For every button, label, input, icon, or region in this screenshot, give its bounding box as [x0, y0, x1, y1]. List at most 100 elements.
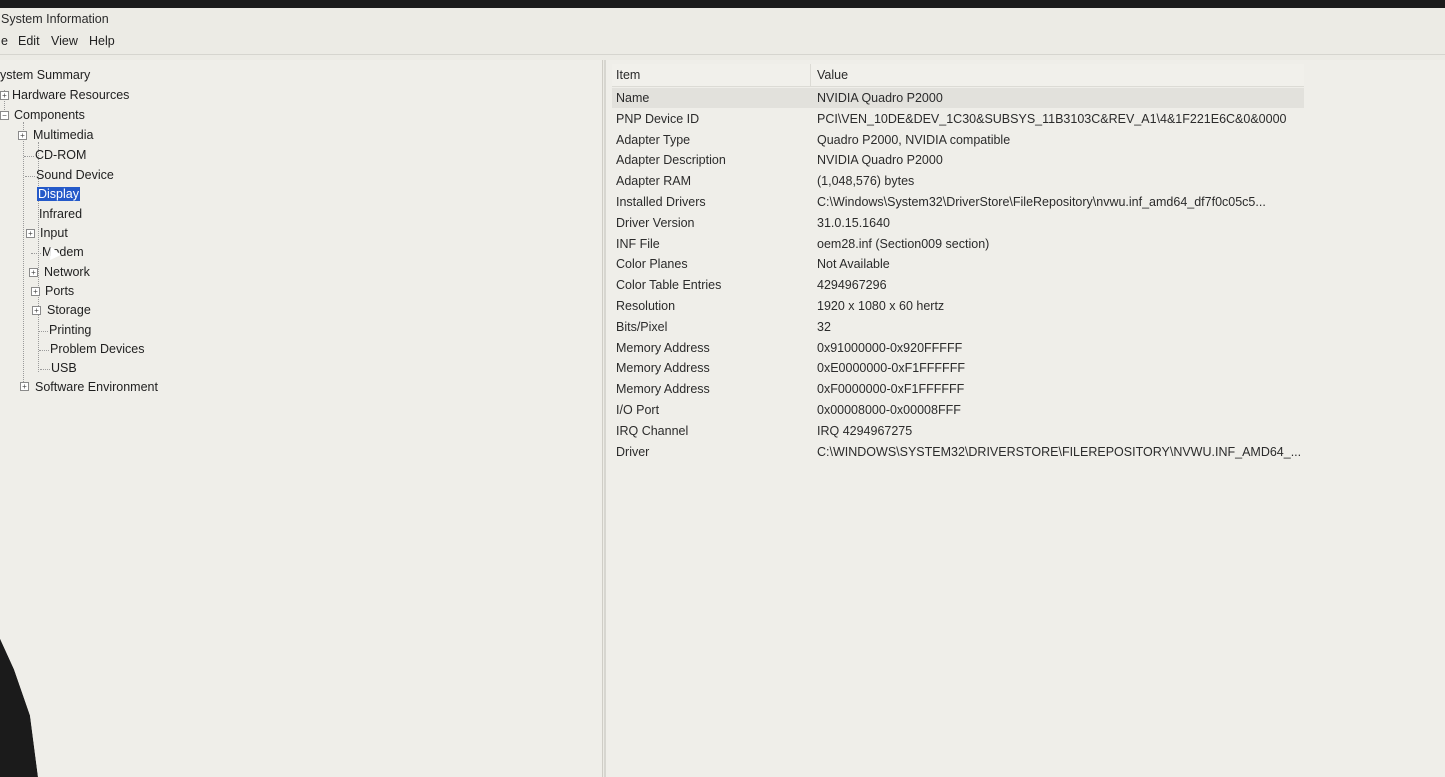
row-item: INF File: [616, 236, 660, 251]
expand-icon[interactable]: +: [29, 268, 38, 277]
menu-help[interactable]: Help: [89, 30, 115, 52]
table-row[interactable]: Memory Address 0xE0000000-0xF1FFFFFF: [612, 358, 1304, 378]
details-list[interactable]: Item Value Name NVIDIA Quadro P2000 PNP De…: [604, 60, 1445, 777]
row-value: 0x00008000-0x00008FFF: [817, 403, 961, 417]
row-item: Adapter Description: [616, 153, 726, 168]
row-value: 4294967296: [817, 278, 887, 293]
row-value: NVIDIA Quadro P2000: [817, 91, 943, 105]
table-row[interactable]: PNP Device ID PCI\VEN_10DE&DEV_1C30&SUBSY…: [612, 109, 1304, 129]
tree-item-printing[interactable]: Printing: [49, 322, 91, 339]
tree-item-input[interactable]: Input: [40, 225, 68, 242]
table-row[interactable]: Color Planes Not Available: [612, 254, 1304, 274]
row-value: 0xF0000000-0xF1FFFFFF: [817, 382, 965, 397]
category-tree[interactable]: ystem Summary + Hardware Resources − Com…: [0, 60, 603, 777]
tree-line: [38, 331, 48, 332]
tree-item-display[interactable]: Display: [37, 186, 80, 203]
expand-icon[interactable]: +: [31, 287, 40, 296]
row-value: NVIDIA Quadro P2000: [817, 153, 943, 168]
tree-item-infrared[interactable]: Infrared: [39, 206, 82, 223]
row-item: Color Planes: [616, 257, 688, 272]
table-row[interactable]: Installed Drivers C:\Windows\System32\Dri…: [612, 192, 1304, 212]
tree-item-usb[interactable]: USB: [51, 360, 77, 377]
tree-item-hardware-resources[interactable]: Hardware Resources: [12, 87, 129, 104]
table-row[interactable]: Memory Address 0xF0000000-0xF1FFFFFF: [612, 379, 1304, 399]
table-row[interactable]: Driver C:\WINDOWS\SYSTEM32\DRIVERSTORE\FI…: [612, 442, 1304, 462]
row-item: Name: [616, 91, 650, 105]
tree-item-display-label: Display: [37, 187, 80, 201]
row-value: IRQ 4294967275: [817, 423, 913, 438]
row-value: Not Available: [817, 257, 890, 272]
tree-line: [24, 156, 34, 157]
tree-item-ports[interactable]: Ports: [45, 283, 74, 300]
row-item: Memory Address: [616, 340, 710, 355]
row-value: 32: [817, 319, 831, 334]
tree-line: [31, 253, 41, 254]
table-row[interactable]: Driver Version 31.0.15.1640: [612, 213, 1304, 233]
tree-line: [25, 176, 35, 177]
menu-file[interactable]: e: [1, 30, 8, 52]
tree-line: [39, 350, 49, 351]
row-value: oem28.inf (Section009 section): [817, 236, 990, 251]
row-item: Driver Version: [616, 215, 695, 230]
row-item: Adapter Type: [616, 132, 691, 147]
tree-line: [23, 122, 24, 390]
row-item: Memory Address: [616, 382, 710, 397]
tree-item-storage[interactable]: Storage: [47, 302, 91, 319]
column-divider[interactable]: [810, 64, 811, 86]
row-item: Color Table Entries: [616, 278, 722, 293]
row-value: PCI\VEN_10DE&DEV_1C30&SUBSYS_11B3103C&RE…: [817, 111, 1287, 126]
row-item: IRQ Channel: [616, 423, 689, 438]
tree-item-problem-devices[interactable]: Problem Devices: [50, 341, 144, 358]
expand-icon[interactable]: +: [26, 229, 35, 238]
table-row[interactable]: Adapter RAM (1,048,576) bytes: [612, 171, 1304, 191]
menu-bar: e Edit View Help: [0, 30, 1445, 52]
table-row[interactable]: Adapter Description NVIDIA Quadro P2000: [612, 150, 1304, 170]
expand-icon[interactable]: +: [20, 382, 29, 391]
row-item: Bits/Pixel: [616, 319, 668, 334]
tree-item-network[interactable]: Network: [44, 264, 90, 281]
expand-icon[interactable]: +: [32, 306, 41, 315]
table-row[interactable]: Bits/Pixel 32: [612, 317, 1304, 337]
tree-item-software-environment[interactable]: Software Environment: [35, 379, 158, 396]
expand-icon[interactable]: +: [18, 131, 27, 140]
table-row[interactable]: Name NVIDIA Quadro P2000: [612, 88, 1304, 108]
row-item: Installed Drivers: [616, 195, 706, 209]
row-item: PNP Device ID: [616, 111, 700, 126]
column-header-value[interactable]: Value: [817, 64, 848, 86]
tree-item-system-summary[interactable]: ystem Summary: [0, 67, 90, 84]
column-header-item[interactable]: Item: [616, 64, 640, 86]
row-item: Adapter RAM: [616, 174, 692, 189]
row-value: 0xE0000000-0xF1FFFFFF: [817, 361, 965, 376]
tree-item-cd-rom[interactable]: CD-ROM: [35, 147, 86, 164]
table-row[interactable]: I/O Port 0x00008000-0x00008FFF: [612, 400, 1304, 420]
table-row[interactable]: INF File oem28.inf (Section009 section): [612, 234, 1304, 254]
tree-item-components[interactable]: Components: [14, 107, 85, 124]
row-value: (1,048,576) bytes: [817, 174, 915, 189]
table-row[interactable]: Resolution 1920 x 1080 x 60 hertz: [612, 296, 1304, 316]
table-row[interactable]: Adapter Type Quadro P2000, NVIDIA compati…: [612, 130, 1304, 150]
row-value: 31.0.15.1640: [817, 215, 890, 230]
window-title: System Information: [1, 12, 109, 26]
system-information-window: System Information e Edit View Help yste…: [0, 8, 1445, 777]
row-value: C:\Windows\System32\DriverStore\FileRepo…: [817, 195, 1266, 209]
table-row[interactable]: Color Table Entries 4294967296: [612, 275, 1304, 295]
list-header: Item Value: [612, 64, 1304, 87]
menu-separator: [0, 54, 1445, 55]
table-row[interactable]: IRQ Channel IRQ 4294967275: [612, 421, 1304, 441]
row-value: 0x91000000-0x920FFFFF: [817, 340, 963, 355]
menu-view[interactable]: View: [51, 30, 78, 52]
tree-item-multimedia[interactable]: Multimedia: [33, 127, 93, 144]
row-item: Memory Address: [616, 361, 710, 376]
tree-item-sound-device[interactable]: Sound Device: [36, 167, 114, 184]
row-value: C:\WINDOWS\SYSTEM32\DRIVERSTORE\FILEREPO…: [817, 444, 1302, 459]
row-item: Driver: [616, 444, 650, 459]
collapse-icon[interactable]: −: [0, 111, 9, 120]
tree-line: [40, 369, 50, 370]
row-item: I/O Port: [616, 403, 660, 417]
menu-edit[interactable]: Edit: [18, 30, 40, 52]
row-value: Quadro P2000, NVIDIA compatible: [817, 132, 1011, 147]
expand-icon[interactable]: +: [0, 91, 9, 100]
row-value: 1920 x 1080 x 60 hertz: [817, 299, 945, 313]
table-row[interactable]: Memory Address 0x91000000-0x920FFFFF: [612, 338, 1304, 358]
row-item: Resolution: [616, 299, 676, 313]
